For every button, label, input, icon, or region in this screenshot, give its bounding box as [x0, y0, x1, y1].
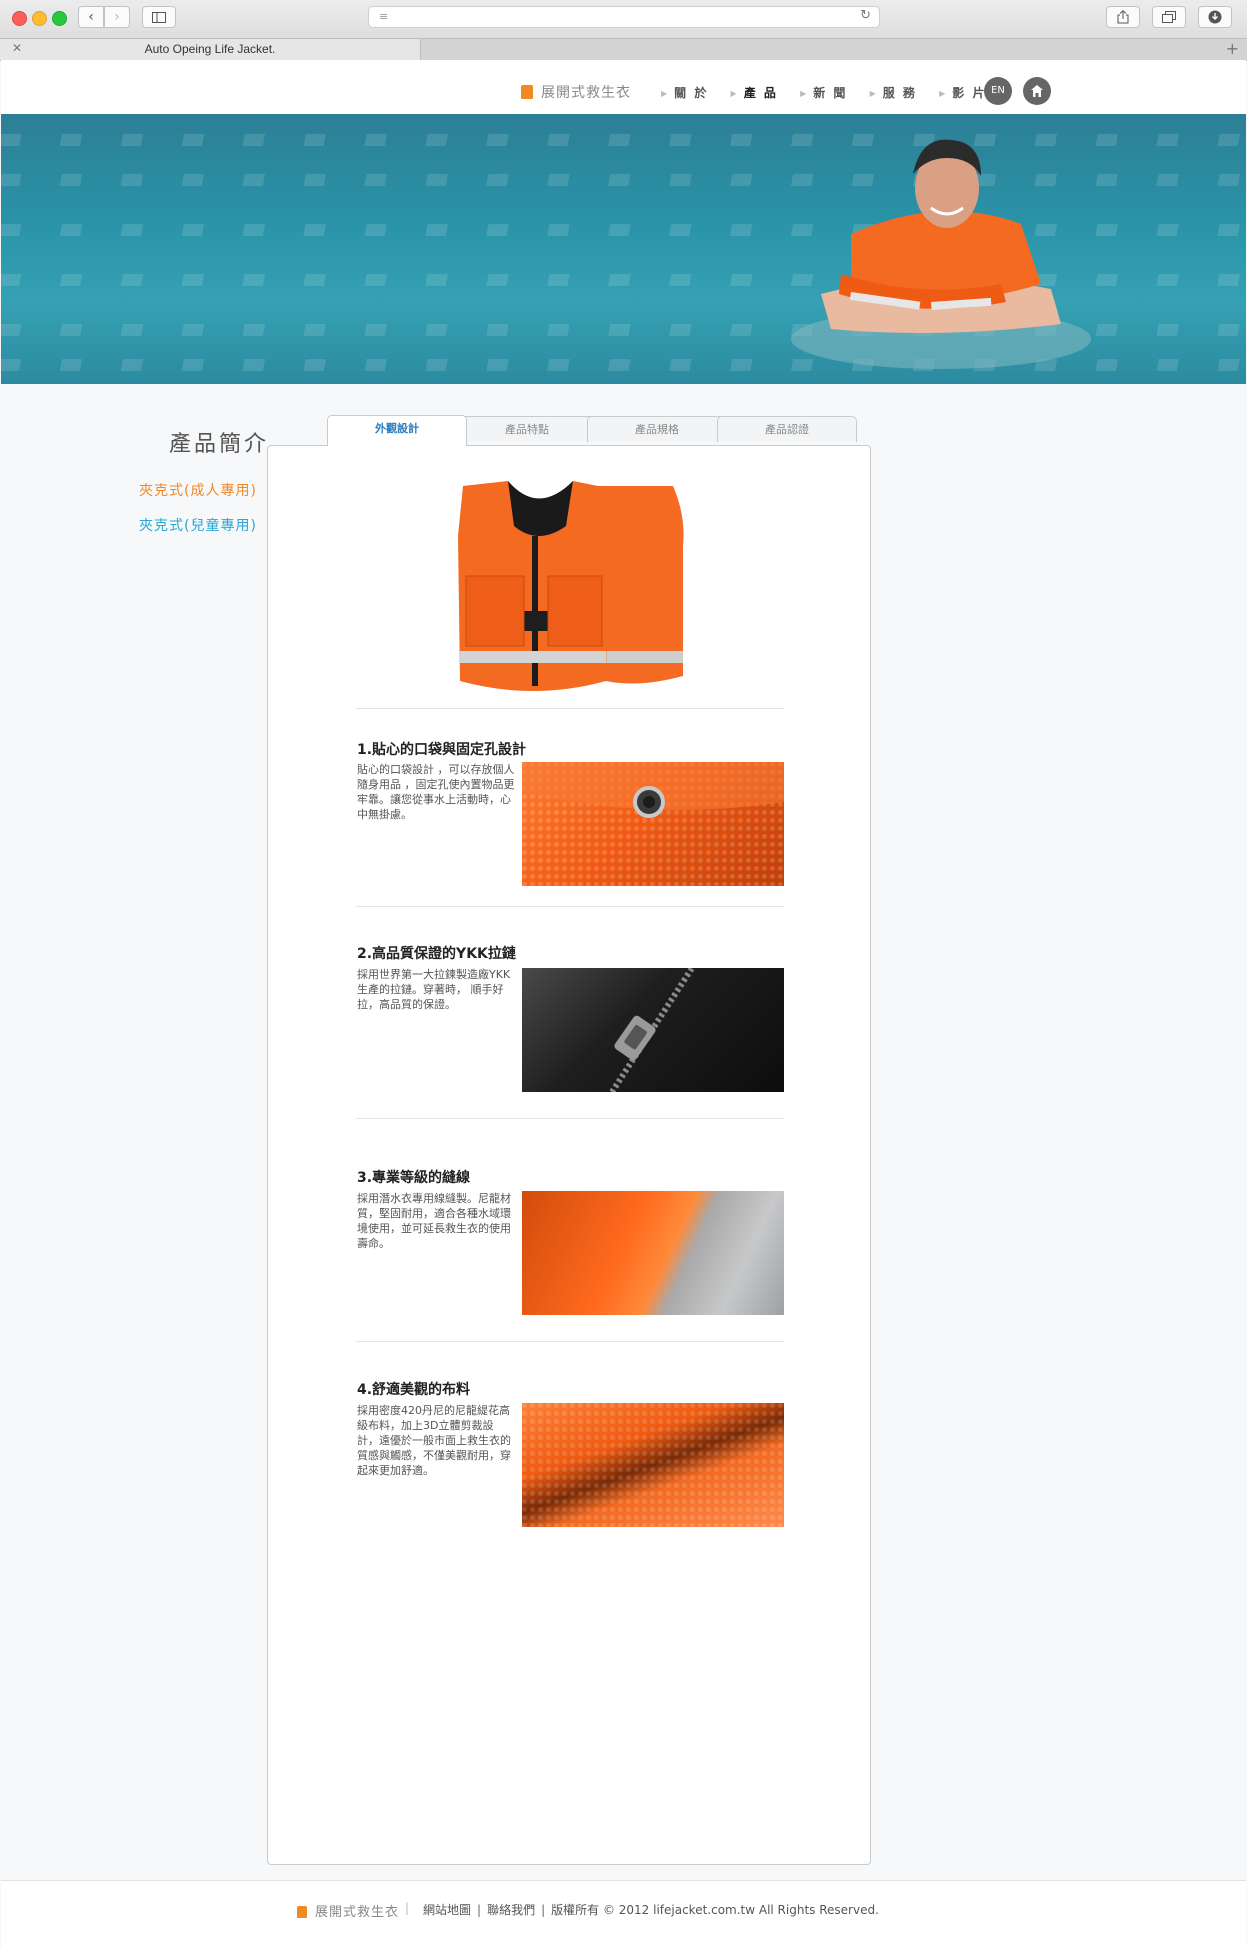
window-maximize-button[interactable] — [52, 11, 67, 26]
window-minimize-button[interactable] — [32, 11, 47, 26]
life-jacket-logo-icon — [521, 85, 533, 99]
nav-item-products[interactable]: ▶ 產 品 — [731, 84, 778, 101]
feature-description: 貼心的口袋設計 ，可以存放個人隨身用品 ，固定孔使內置物品更牢靠。讓您從事水上活… — [357, 763, 515, 821]
show-tabs-button[interactable] — [1152, 6, 1186, 28]
copyright-text: 版權所有 © 2012 lifejacket.com.tw All Rights… — [551, 1903, 879, 1917]
reader-lines-icon: ≡ — [379, 10, 389, 23]
feature-title: 4.舒適美觀的布料 — [357, 1382, 471, 1398]
address-bar[interactable]: ≡ ↻ — [368, 6, 880, 28]
fabric-detail-photo — [522, 1403, 784, 1527]
stitching-detail-photo — [522, 1191, 784, 1315]
nav-arrow-icon: ▶ — [800, 89, 809, 98]
share-button[interactable] — [1106, 6, 1140, 28]
swimmer-photo — [791, 139, 1091, 369]
language-en-button[interactable]: EN — [984, 77, 1012, 105]
reload-icon[interactable]: ↻ — [860, 8, 871, 23]
tab-product-certification[interactable]: 產品認證 — [717, 416, 857, 442]
window-close-button[interactable] — [12, 11, 27, 26]
download-icon — [1208, 10, 1222, 24]
hero-banner — [1, 114, 1246, 384]
home-icon — [1031, 85, 1043, 97]
nav-arrow-icon: ▶ — [730, 89, 739, 98]
contact-link[interactable]: 聯絡我們 — [487, 1903, 535, 1917]
feature-description: 採用世界第一大拉鍊製造廠YKK生產的拉鏈。穿著時， 順手好拉，高品質的保證。 — [357, 968, 511, 1011]
web-page: 展開式救生衣 ▶關 於 ▶產 品 ▶新 聞 ▶服 務 ▶影 片 EN — [1, 60, 1246, 1947]
browser-tab-bar: ✕ Auto Opeing Life Jacket. + — [0, 38, 1247, 60]
nav-arrow-icon: ▶ — [869, 89, 878, 98]
sidebar-title: 產品簡介 — [169, 432, 270, 457]
footer-logo-text: 展開式救生衣 — [315, 1905, 400, 1920]
tab-appearance-design[interactable]: 外觀設計 — [327, 415, 467, 446]
divider — [356, 708, 784, 709]
sidebar-link-child-jacket[interactable]: 夾克式(兒童專用) — [139, 515, 257, 535]
downloads-button[interactable] — [1198, 6, 1232, 28]
chevron-right-icon: › — [114, 9, 120, 25]
tab-product-specs[interactable]: 產品規格 — [587, 416, 727, 442]
nav-item-about[interactable]: ▶ 關 於 — [661, 84, 708, 101]
feature-description: 採用密度420丹尼的尼龍緹花高級布料，加上3D立體剪裁設計，遠優於一般市面上救生… — [357, 1404, 511, 1477]
browser-chrome: ‹ › ≡ ↻ ✕ Auto Opeing Life Jacket. + — [0, 0, 1247, 61]
life-jacket-logo-icon — [297, 1906, 307, 1918]
sidebar-link-adult-jacket[interactable]: 夾克式(成人專用) — [139, 480, 257, 500]
sidebar-icon — [152, 12, 166, 23]
divider — [356, 906, 784, 907]
nav-arrow-icon: ▶ — [661, 89, 670, 98]
browser-tab[interactable]: ✕ Auto Opeing Life Jacket. — [0, 39, 421, 60]
nav-item-service[interactable]: ▶ 服 務 — [870, 84, 917, 101]
nav-item-videos[interactable]: ▶ 影 片 — [939, 84, 986, 101]
browser-toolbar: ‹ › ≡ ↻ — [0, 0, 1247, 38]
divider — [356, 1341, 784, 1342]
forward-button[interactable]: › — [104, 6, 130, 28]
footer-logo[interactable]: 展開式救生衣 — [297, 1901, 399, 1920]
sidebar-toggle-button[interactable] — [142, 6, 176, 28]
chevron-left-icon: ‹ — [88, 9, 94, 25]
life-jacket-product-photo — [458, 481, 684, 691]
footer-links: 網站地圖 | 聯絡我們 | 版權所有 © 2012 lifejacket.com.tw … — [423, 1903, 879, 1917]
site-logo[interactable]: 展開式救生衣 — [521, 82, 631, 102]
site-header: 展開式救生衣 ▶ 關 於 ▶ 產 品 ▶ 新 聞 ▶ 服 務 ▶ 影 片 EN — [1, 60, 1246, 114]
feature-title: 1.貼心的口袋與固定孔設計 — [357, 742, 527, 758]
site-footer: 展開式救生衣 | 網站地圖 | 聯絡我們 | 版權所有 © 2012 lifejacke… — [1, 1880, 1246, 1947]
home-button[interactable] — [1023, 77, 1051, 105]
browser-tab-title: Auto Opeing Life Jacket. — [144, 42, 276, 56]
feature-title: 2.高品質保證的YKK拉鏈 — [357, 946, 516, 962]
ykk-zipper-photo — [522, 968, 784, 1092]
footer-divider: | — [405, 1901, 410, 1915]
tab-product-features[interactable]: 產品特點 — [457, 416, 597, 442]
content-panel: 1.貼心的口袋與固定孔設計 貼心的口袋設計 ，可以存放個人隨身用品 ，固定孔使內… — [267, 445, 871, 1865]
feature-description: 採用潛水衣專用線縫製。尼龍材質，堅固耐用，適合各種水域環境使用，並可延長救生衣的… — [357, 1192, 511, 1250]
new-tab-button[interactable]: + — [1226, 39, 1239, 58]
share-icon — [1117, 10, 1129, 24]
nav-arrow-icon: ▶ — [939, 89, 948, 98]
main-nav: ▶ 關 於 ▶ 產 品 ▶ 新 聞 ▶ 服 務 ▶ 影 片 — [661, 84, 1002, 101]
sitemap-link[interactable]: 網站地圖 — [423, 1903, 471, 1917]
site-logo-text: 展開式救生衣 — [541, 85, 631, 101]
divider — [356, 1118, 784, 1119]
feature-title: 3.專業等級的縫線 — [357, 1170, 471, 1186]
pocket-detail-photo — [522, 762, 784, 886]
tabs-icon — [1162, 11, 1176, 23]
nav-item-news[interactable]: ▶ 新 聞 — [800, 84, 847, 101]
back-button[interactable]: ‹ — [78, 6, 104, 28]
